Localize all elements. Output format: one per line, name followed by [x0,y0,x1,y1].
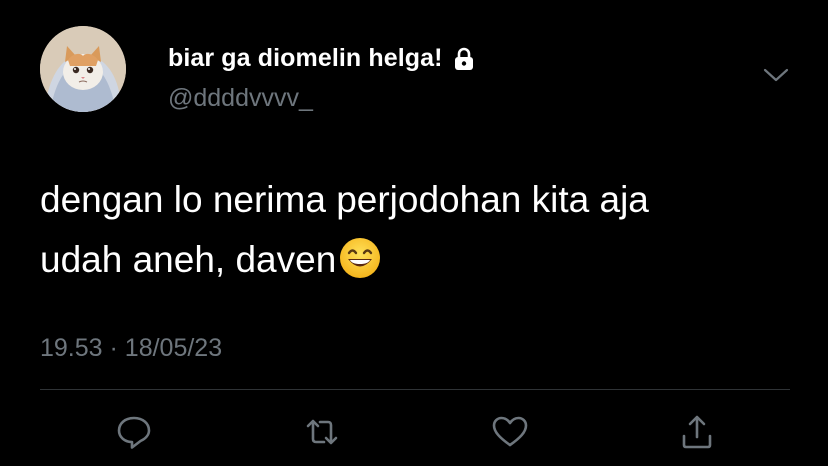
reply-icon[interactable] [114,412,154,452]
tweet-date: 18/05/23 [124,334,223,362]
tweet-text-line-1: dengan lo nerima perjodohan kita aja [40,179,649,220]
tweet-actions-bar [0,410,828,460]
tweet-text-line-2-text: udah aneh, daven [40,239,337,280]
author-name-row[interactable]: biar ga diomelin helga! [168,44,475,73]
retweet-icon[interactable] [302,412,342,452]
avatar[interactable] [40,26,126,112]
timestamp-separator: · [109,334,118,362]
lock-icon [453,47,475,71]
divider [40,389,790,390]
chevron-down-icon[interactable] [762,66,790,84]
tweet-text: dengan lo nerima perjodohan kita aja uda… [40,170,800,290]
tweet-timestamp[interactable]: 19.53 · 18/05/23 [40,334,222,363]
like-icon[interactable] [490,412,530,452]
tweet-time: 19.53 [40,334,103,362]
cat-avatar-image [40,26,126,112]
author-display-name[interactable]: biar ga diomelin helga! [168,44,443,73]
share-icon[interactable] [677,412,717,452]
author-handle[interactable]: @ddddvvvv_ [168,84,313,113]
grinning-face-emoji-icon [338,236,382,280]
tweet-text-line-2: udah aneh, daven [40,230,800,290]
